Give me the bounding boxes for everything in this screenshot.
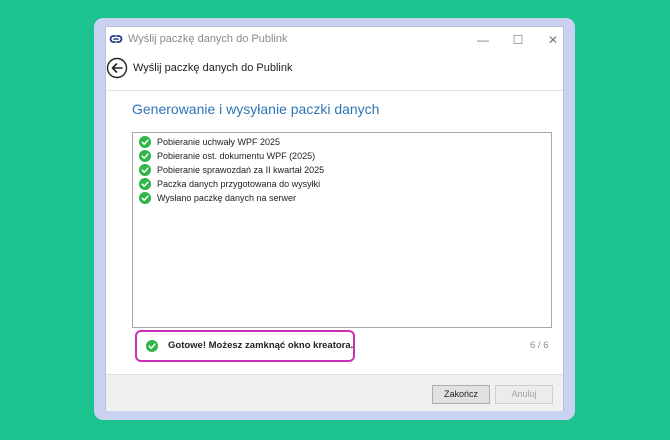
title-bar[interactable]: Wyślij paczkę danych do Publink — ☐ ✕ — [106, 27, 563, 53]
status-bar: Gotowe! Możesz zamknąć okno kreatora. 6 … — [132, 327, 552, 364]
log-item-label: Wysłano paczkę danych na serwer — [157, 193, 296, 203]
footer-bar: Zakończ Anuluj — [106, 374, 563, 411]
section-title: Generowanie i wysyłanie paczki danych — [132, 101, 380, 117]
wizard-header: Wyślij paczkę danych do Publink — [133, 62, 293, 74]
status-highlight: Gotowe! Możesz zamknąć okno kreatora. — [135, 330, 355, 362]
step-counter: 6 / 6 — [530, 340, 549, 351]
close-button[interactable]: ✕ — [543, 31, 563, 49]
finish-button[interactable]: Zakończ — [432, 385, 490, 404]
log-item-label: Pobieranie uchwały WPF 2025 — [157, 137, 281, 147]
check-circle-icon — [139, 164, 151, 176]
wizard-window: Wyślij paczkę danych do Publink — ☐ ✕ Wy… — [106, 27, 563, 411]
log-item-label: Pobieranie sprawozdań za II kwartał 2025 — [157, 165, 325, 175]
progress-log[interactable]: Pobieranie uchwały WPF 2025 Pobieranie o… — [132, 132, 552, 328]
log-item-label: Pobieranie ost. dokumentu WPF (2025) — [157, 151, 316, 161]
minimize-button[interactable]: — — [473, 31, 493, 49]
header-divider — [106, 90, 563, 91]
check-circle-icon — [139, 136, 151, 148]
check-circle-icon — [146, 340, 158, 352]
back-arrow-icon[interactable] — [106, 57, 128, 79]
maximize-button[interactable]: ☐ — [508, 31, 528, 49]
link-icon — [109, 35, 123, 43]
cancel-button[interactable]: Anuluj — [495, 385, 553, 404]
window-title: Wyślij paczkę danych do Publink — [128, 33, 288, 45]
check-circle-icon — [139, 150, 151, 162]
check-circle-icon — [139, 192, 151, 204]
log-item-label: Paczka danych przygotowana do wysyłki — [157, 179, 321, 189]
check-circle-icon — [139, 178, 151, 190]
status-message: Gotowe! Możesz zamknąć okno kreatora. — [168, 340, 354, 351]
